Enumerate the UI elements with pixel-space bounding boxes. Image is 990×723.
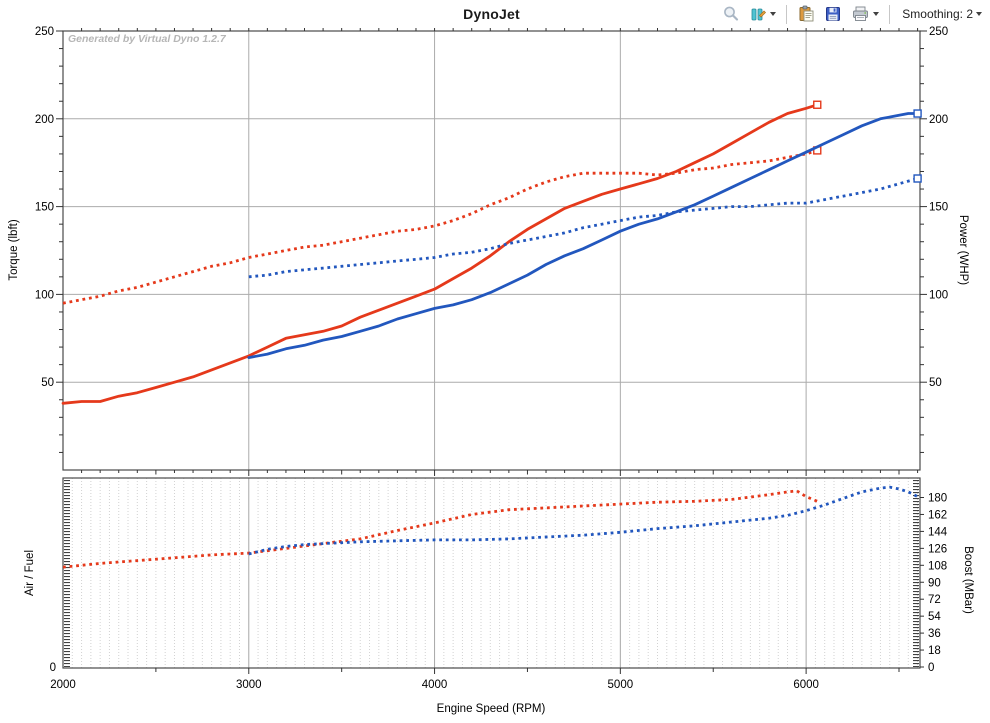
axes: 50 50 100 100 150 150 200 200 250 250 2000 3000 4000… [35, 26, 948, 691]
boost-tick-label: 18 [928, 645, 941, 657]
torque-tick-label: 50 [41, 377, 54, 389]
run1-power-whp-end-marker [813, 100, 822, 109]
run1-power-whp-line [61, 103, 819, 405]
rpm-tick-label: 5000 [608, 679, 634, 691]
power-tick-label: 50 [929, 377, 942, 389]
afr-zero-label: 0 [50, 662, 56, 674]
virtual-dyno-window: Smoothing: 2 DynoJet Generated by Virtua… [0, 0, 990, 723]
torque-tick-label: 200 [35, 114, 54, 126]
run2-torque-lbft-end-marker [913, 174, 922, 183]
dyno-chart: 50 50 100 100 150 150 200 200 250 250 2000 3000 4000… [35, 26, 948, 691]
boost-tick-label: 36 [928, 628, 941, 640]
boost-tick-band [913, 479, 919, 667]
torque-tick-label: 100 [35, 289, 54, 301]
power-tick-label: 200 [929, 114, 948, 126]
torque-tick-label: 150 [35, 202, 54, 214]
rpm-tick-label: 6000 [793, 679, 819, 691]
boost-tick-label: 144 [928, 526, 948, 538]
rpm-tick-label: 2000 [50, 679, 76, 691]
boost-tick-label: 0 [928, 662, 934, 674]
run2-power-whp-end-marker [913, 109, 922, 118]
main-plot [61, 30, 922, 471]
run1-torque-lbft-line [62, 149, 818, 305]
boost-tick-label: 108 [928, 560, 947, 572]
boost-tick-label: 72 [928, 594, 941, 606]
boost-tick-label: 162 [928, 509, 947, 521]
power-tick-label: 150 [929, 202, 948, 214]
boost-tick-label: 90 [928, 577, 941, 589]
power-tick-label: 250 [929, 26, 948, 38]
boost-tick-label: 54 [928, 611, 941, 623]
rpm-tick-label: 3000 [236, 679, 262, 691]
boost-tick-label: 180 [928, 493, 947, 505]
torque-tick-label: 250 [35, 26, 54, 38]
rpm-tick-label: 4000 [422, 679, 448, 691]
run2-torque-lbft-line [248, 177, 918, 279]
bottom-plot [62, 477, 921, 669]
afr-tick-band [64, 479, 70, 667]
power-tick-label: 100 [929, 289, 948, 301]
boost-tick-label: 126 [928, 543, 947, 555]
